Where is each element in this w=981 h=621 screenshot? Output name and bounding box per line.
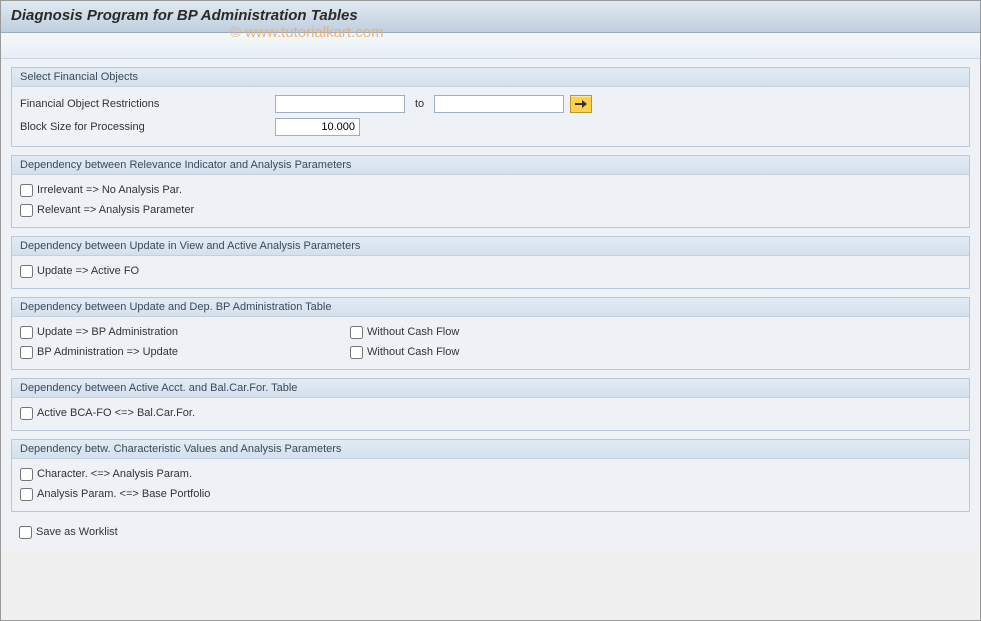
financial-restriction-to-input[interactable] (434, 95, 564, 113)
without-cash-flow-2-label: Without Cash Flow (367, 346, 459, 358)
page-title: Diagnosis Program for BP Administration … (11, 7, 358, 24)
character-analysis-label: Character. <=> Analysis Param. (37, 468, 192, 480)
character-analysis-checkbox[interactable] (20, 468, 33, 481)
update-active-fo-label: Update => Active FO (37, 265, 139, 277)
save-worklist-label: Save as Worklist (36, 526, 118, 538)
without-cash-flow-1-label: Without Cash Flow (367, 326, 459, 338)
group-header: Select Financial Objects (12, 68, 969, 87)
active-bca-fo-label: Active BCA-FO <=> Bal.Car.For. (37, 407, 195, 419)
relevant-label: Relevant => Analysis Parameter (37, 204, 194, 216)
irrelevant-checkbox[interactable] (20, 184, 33, 197)
update-bp-admin-checkbox[interactable] (20, 326, 33, 339)
group-header: Dependency between Active Acct. and Bal.… (12, 379, 969, 398)
arrow-right-icon (575, 99, 587, 109)
analysis-base-portfolio-label: Analysis Param. <=> Base Portfolio (37, 488, 210, 500)
bp-admin-update-label: BP Administration => Update (37, 346, 178, 358)
save-worklist-checkbox[interactable] (19, 526, 32, 539)
application-toolbar (1, 33, 980, 59)
multiple-selection-button[interactable] (570, 95, 592, 113)
group-dep-update-view: Dependency between Update in View and Ac… (11, 236, 970, 289)
title-bar: Diagnosis Program for BP Administration … (1, 1, 980, 33)
group-dep-active-acct: Dependency between Active Acct. and Bal.… (11, 378, 970, 431)
group-select-financial-objects: Select Financial Objects Financial Objec… (11, 67, 970, 147)
irrelevant-label: Irrelevant => No Analysis Par. (37, 184, 182, 196)
financial-restrictions-label: Financial Object Restrictions (20, 98, 275, 110)
group-dep-char: Dependency betw. Characteristic Values a… (11, 439, 970, 512)
update-bp-admin-label: Update => BP Administration (37, 326, 178, 338)
bp-admin-update-checkbox[interactable] (20, 346, 33, 359)
selection-screen: Select Financial Objects Financial Objec… (1, 59, 980, 548)
update-active-fo-checkbox[interactable] (20, 265, 33, 278)
group-dep-update-bp: Dependency between Update and Dep. BP Ad… (11, 297, 970, 370)
without-cash-flow-1-checkbox[interactable] (350, 326, 363, 339)
analysis-base-portfolio-checkbox[interactable] (20, 488, 33, 501)
group-dep-relevance: Dependency between Relevance Indicator a… (11, 155, 970, 228)
active-bca-fo-checkbox[interactable] (20, 407, 33, 420)
save-worklist-row: Save as Worklist (11, 520, 970, 540)
group-header: Dependency between Update in View and Ac… (12, 237, 969, 256)
block-size-label: Block Size for Processing (20, 121, 275, 133)
block-size-input[interactable] (275, 118, 360, 136)
to-label: to (405, 98, 434, 110)
without-cash-flow-2-checkbox[interactable] (350, 346, 363, 359)
group-header: Dependency between Update and Dep. BP Ad… (12, 298, 969, 317)
group-header: Dependency betw. Characteristic Values a… (12, 440, 969, 459)
financial-restriction-from-input[interactable] (275, 95, 405, 113)
relevant-checkbox[interactable] (20, 204, 33, 217)
group-header: Dependency between Relevance Indicator a… (12, 156, 969, 175)
